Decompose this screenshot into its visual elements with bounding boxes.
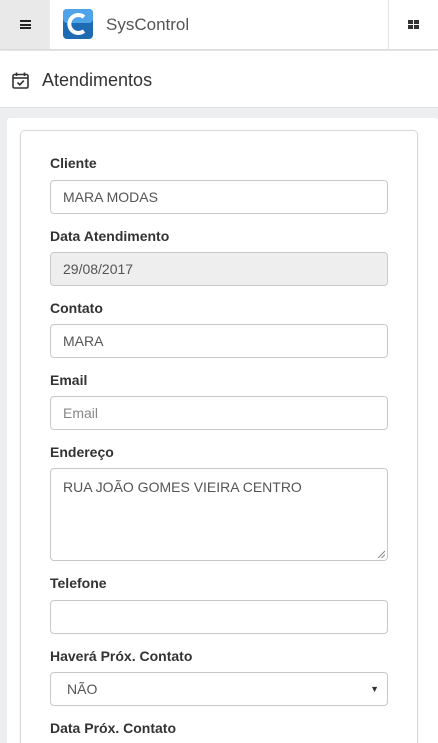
page-header: Atendimentos xyxy=(0,51,438,108)
app-logo xyxy=(63,9,93,39)
apps-button[interactable] xyxy=(388,0,438,49)
havera-prox-contato-label: Haverá Próx. Contato xyxy=(50,648,193,664)
telefone-label: Telefone xyxy=(50,575,107,591)
top-navbar: SysControl xyxy=(0,0,438,50)
grid-icon xyxy=(408,19,419,30)
endereco-text: RUA JOÃO GOMES VIEIRA CENTRO xyxy=(63,479,302,495)
endereco-textarea[interactable]: RUA JOÃO GOMES VIEIRA CENTRO xyxy=(50,468,388,561)
hamburger-icon xyxy=(19,20,31,29)
app-brand[interactable]: SysControl xyxy=(106,15,189,35)
data-atendimento-input: 29/08/2017 xyxy=(50,252,388,286)
havera-prox-contato-select[interactable]: NÃO ▼ xyxy=(50,672,388,706)
endereco-label: Endereço xyxy=(50,444,114,460)
data-prox-contato-label: Data Próx. Contato xyxy=(50,720,177,736)
data-atendimento-label: Data Atendimento xyxy=(50,228,170,244)
cliente-input[interactable]: MARA MODAS xyxy=(50,180,388,214)
resize-handle-icon[interactable] xyxy=(377,550,385,558)
email-label: Email xyxy=(50,372,88,388)
page-title: Atendimentos xyxy=(42,70,153,90)
contato-label: Contato xyxy=(50,300,103,316)
menu-toggle-button[interactable] xyxy=(0,0,50,49)
cliente-label: Cliente xyxy=(50,155,97,171)
havera-prox-contato-value: NÃO xyxy=(67,681,98,697)
telefone-input[interactable] xyxy=(50,600,388,634)
caret-down-icon: ▼ xyxy=(370,684,379,694)
email-input[interactable]: Email xyxy=(50,396,388,430)
contato-input[interactable]: MARA xyxy=(50,324,388,358)
calendar-check-icon xyxy=(12,72,29,89)
